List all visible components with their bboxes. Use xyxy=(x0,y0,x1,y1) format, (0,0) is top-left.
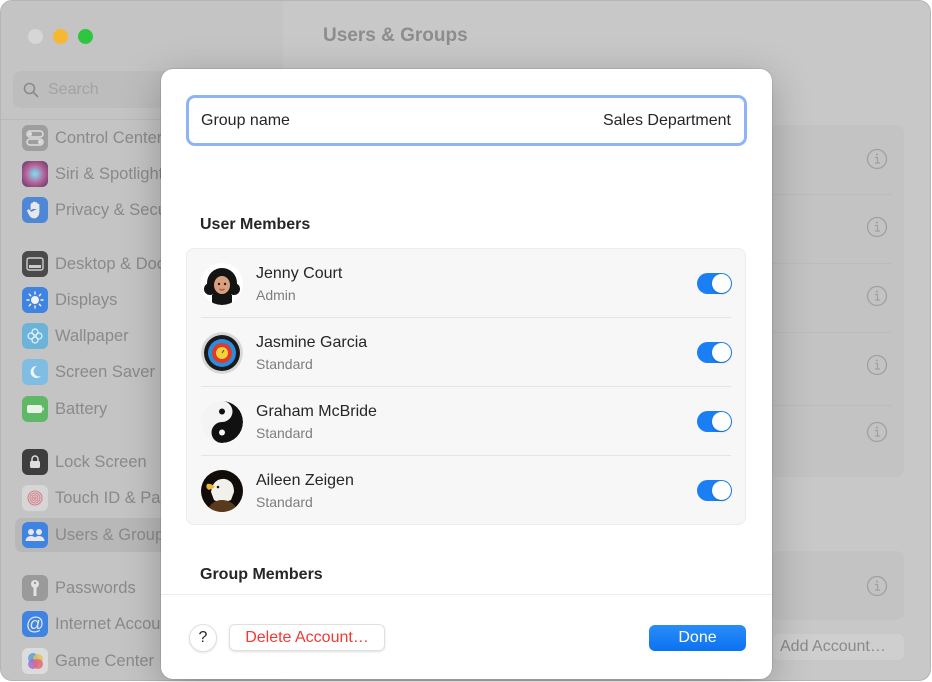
member-row: Jasmine Garcia Standard xyxy=(187,318,745,387)
row-divider xyxy=(771,405,892,406)
groups-list-panel xyxy=(771,551,904,620)
member-row: Graham McBride Standard xyxy=(187,387,745,456)
member-toggle[interactable] xyxy=(697,273,732,294)
group-edit-sheet: Group name Sales Department User Members xyxy=(161,69,772,679)
sidebar-item-label: Desktop & Dock xyxy=(55,254,174,273)
member-info: Graham McBride Standard xyxy=(256,402,377,442)
member-role: Admin xyxy=(256,286,296,303)
sidebar-item-label: Lock Screen xyxy=(55,452,147,471)
info-icon[interactable] xyxy=(866,354,888,376)
member-name: Aileen Zeigen xyxy=(256,471,354,489)
info-icon[interactable] xyxy=(866,216,888,238)
delete-account-button[interactable]: Delete Account… xyxy=(229,624,385,651)
member-toggle[interactable] xyxy=(697,342,732,363)
row-divider xyxy=(771,263,892,264)
row-divider xyxy=(771,332,892,333)
user-members-list: Jenny Court Admin Jasmine Garcia Standar… xyxy=(186,248,746,525)
member-info: Aileen Zeigen Standard xyxy=(256,471,354,511)
group-name-label: Group name xyxy=(201,111,290,129)
member-toggle[interactable] xyxy=(697,411,732,432)
maximize-window-button[interactable] xyxy=(78,29,93,44)
member-row: Jenny Court Admin xyxy=(187,249,745,318)
sidebar-item-label: Control Center xyxy=(55,128,163,147)
member-name: Jasmine Garcia xyxy=(256,333,368,351)
sidebar-item-label: Passwords xyxy=(55,578,136,597)
users-list-panel xyxy=(771,125,904,477)
info-icon[interactable] xyxy=(866,148,888,170)
done-button[interactable]: Done xyxy=(649,625,746,651)
close-window-button[interactable] xyxy=(28,29,43,44)
group-members-heading: Group Members xyxy=(200,566,323,583)
window-controls xyxy=(28,29,93,44)
at-icon: @ xyxy=(22,611,48,637)
user-members-heading: User Members xyxy=(200,216,311,233)
search-placeholder: Search xyxy=(48,80,99,98)
game-center-icon xyxy=(22,648,48,674)
member-row: Aileen Zeigen Standard xyxy=(187,456,745,525)
member-info: Jasmine Garcia Standard xyxy=(256,333,367,373)
group-name-input[interactable]: Sales Department xyxy=(603,112,731,130)
member-name: Graham McBride xyxy=(256,402,377,420)
sidebar-item-label: Displays xyxy=(55,290,118,309)
key-icon xyxy=(22,575,48,601)
battery-icon xyxy=(22,396,48,422)
control-center-icon xyxy=(22,125,48,151)
flower-icon xyxy=(22,323,48,349)
member-role: Standard xyxy=(256,355,313,372)
sidebar-item-label: Battery xyxy=(55,399,108,418)
sidebar-item-label: Siri & Spotlight xyxy=(55,164,164,183)
member-info: Jenny Court Admin xyxy=(256,264,342,304)
info-icon[interactable] xyxy=(866,421,888,443)
sidebar-item-label: Game Center xyxy=(55,651,155,670)
hand-icon xyxy=(22,197,48,223)
yin-yang-avatar xyxy=(201,400,243,443)
member-role: Standard xyxy=(256,424,313,441)
search-icon xyxy=(23,82,39,97)
eagle-avatar xyxy=(201,469,243,512)
siri-icon xyxy=(22,161,48,187)
footer-divider xyxy=(161,594,772,595)
sun-icon xyxy=(22,287,48,313)
moon-icon xyxy=(22,359,48,385)
member-name: Jenny Court xyxy=(256,264,343,282)
minimize-window-button[interactable] xyxy=(53,29,68,44)
row-divider xyxy=(771,194,892,195)
help-button[interactable]: ? xyxy=(189,624,217,652)
info-icon[interactable] xyxy=(866,575,888,597)
users-icon xyxy=(22,522,48,548)
sidebar-item-label: Screen Saver xyxy=(55,362,155,381)
sidebar-item-label: Wallpaper xyxy=(55,326,129,345)
fingerprint-icon xyxy=(22,485,48,511)
member-toggle[interactable] xyxy=(697,480,732,501)
target-avatar xyxy=(201,331,243,374)
info-icon[interactable] xyxy=(866,285,888,307)
sidebar-item-label: Users & Groups xyxy=(55,525,173,544)
memoji-avatar xyxy=(201,262,243,305)
member-role: Standard xyxy=(256,493,313,510)
desktop-icon xyxy=(22,251,48,277)
lock-icon xyxy=(22,449,48,475)
page-title: Users & Groups xyxy=(323,25,468,46)
add-account-button[interactable]: Add Account… xyxy=(773,634,904,660)
group-name-field[interactable]: Group name Sales Department xyxy=(186,95,747,146)
